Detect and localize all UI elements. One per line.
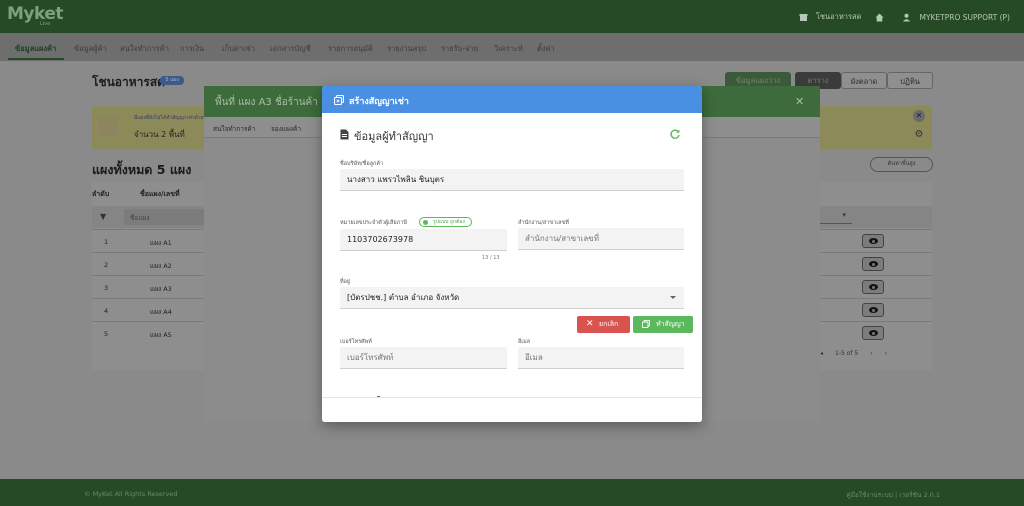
row-stall-name: แผง A2 [150, 262, 172, 270]
home-icon[interactable] [875, 13, 884, 22]
nav-active-indicator [8, 58, 64, 60]
stalls-heading: แผงทั้งหมด 5 แผง [92, 162, 192, 177]
nav-item-accounting[interactable]: เอกสารบัญชี [270, 43, 311, 55]
store-icon[interactable] [799, 13, 808, 22]
address-label: ที่อยู่ [340, 279, 351, 285]
row-number: 4 [104, 307, 109, 315]
view-calendar-button[interactable]: ปฏิทิน [887, 72, 933, 89]
create-contract-button[interactable]: ทำสัญญา [633, 316, 693, 333]
section-title: ข้อมูลผู้ทำสัญญา [354, 130, 434, 143]
company-label: ชื่อบริษัท/ชื่อลูกค้า [340, 161, 384, 167]
view-eye-icon[interactable] [862, 234, 884, 248]
column-header-order[interactable]: ลำดับ [92, 189, 109, 200]
close-icon[interactable]: ✕ [795, 95, 804, 108]
row-number: 5 [104, 330, 109, 338]
company-name-field[interactable]: นางสาว แพรวไพลิน ชินบุตร [340, 169, 684, 191]
page-back-icon[interactable]: ‹ [870, 350, 872, 357]
page-range: 1-5 of 5 [835, 350, 859, 357]
nav-item-settings[interactable]: ตั้งค่า [537, 43, 555, 55]
view-eye-icon[interactable] [862, 280, 884, 294]
manual-version[interactable]: คู่มือใช้งานระบบ | เวอร์ชัน 2.0.1 [846, 490, 940, 500]
row-number: 2 [104, 261, 109, 269]
nav-item-income[interactable]: รายรับ-จ่าย [441, 43, 478, 55]
page-prev-icon[interactable]: ◂ [820, 350, 823, 357]
row-number: 3 [104, 284, 109, 292]
top-right-menu: โชนอาหารสด MYKETPRO SUPPORT (P) [799, 11, 1010, 23]
close-icon: ✕ [586, 319, 594, 329]
view-eye-icon[interactable] [862, 303, 884, 317]
modal-header: สร้างสัญญาเช่า [322, 86, 702, 113]
confirm-label: ทำสัญญา [656, 320, 685, 328]
contract-icon [641, 316, 651, 335]
taxid-label: หมายเลขประจำตัวผู้เสียภาษี [340, 220, 407, 226]
contract-icon [333, 94, 345, 106]
row-stall-name: แผง A4 [150, 308, 172, 316]
store-name[interactable]: โชนอาหารสด [816, 11, 862, 23]
view-eye-icon[interactable] [862, 257, 884, 271]
page-title: โชนอาหารสด [92, 75, 165, 89]
phone-field[interactable]: เบอร์โทรศัพท์ [340, 347, 507, 369]
view-map-button[interactable]: ผังตลาด [841, 72, 887, 89]
copyright: © MyKet All Rights Reserved [84, 490, 178, 498]
address-value: [บัตรปชช.] ตำบล อำเภอ จังหวัด [347, 293, 460, 302]
taxid-counter: 13 / 13 [482, 255, 500, 261]
nav-item-approvals[interactable]: รายการอนุมัติ [328, 43, 373, 55]
user-name[interactable]: MYKETPRO SUPPORT (P) [919, 13, 1010, 22]
refresh-icon[interactable] [669, 128, 681, 140]
create-contract-modal: สร้างสัญญาเช่า ข้อมูลผู้ทำสัญญา ชื่อบริษ… [322, 86, 702, 422]
row-number: 1 [104, 238, 109, 246]
column-header-stall[interactable]: ชื่อแผง/เลขที่ [140, 189, 180, 200]
branch-label: สำนักงาน/สาขาเลขที่ [518, 220, 569, 226]
row-stall-name: แผง A5 [150, 331, 172, 339]
chevron-down-icon [670, 296, 676, 299]
page-next-icon[interactable]: › [885, 350, 887, 357]
user-icon [902, 13, 911, 22]
stall-filter-input[interactable]: ชื่อแผง [124, 209, 204, 225]
advanced-search-button[interactable]: ค้นหาขั้นสูง [870, 157, 933, 172]
row-stall-name: แผง A3 [150, 285, 172, 293]
address-select[interactable]: [บัตรปชช.] ตำบล อำเภอ จังหวัด [340, 287, 684, 309]
row-stall-name: แผง A1 [150, 239, 172, 247]
nav-item-analysis[interactable]: วิเคราะห์ [494, 43, 523, 55]
nav-item-interested[interactable]: สนใจทำการค้า [120, 43, 169, 55]
filter-icon[interactable]: ▼ [100, 212, 106, 221]
app-logo[interactable]: Myket [7, 4, 64, 24]
nav-item-vendors[interactable]: ข้อมูลผู้ค้า [74, 43, 107, 55]
alert-count: จำนวน 2 พื้นที่ [134, 130, 185, 139]
view-eye-icon[interactable] [862, 326, 884, 340]
modal-title: สร้างสัญญาเช่า [349, 97, 409, 107]
email-label: อีเมล [518, 339, 531, 345]
branch-field[interactable]: สำนักงาน/สาขาเลขที่ [518, 228, 684, 250]
nav-item-rent[interactable]: เก็บค่าเช่า [222, 43, 255, 55]
nav-item-stalls[interactable]: ข้อมูลแผงค้า [15, 43, 56, 55]
tab-booking[interactable]: จองแผงค้า [271, 124, 301, 134]
megaphone-icon [98, 117, 118, 135]
document-icon [340, 129, 349, 140]
modal-footer [322, 397, 702, 422]
gear-icon[interactable]: ⚙ [913, 129, 925, 141]
email-field[interactable]: อีเมล [518, 347, 684, 369]
alert-text: มีแผงที่ยังไม่ได้ทำสัญญาเช่าด้วยนะ [134, 115, 210, 121]
tab-interested[interactable]: สนใจทำการค้า [213, 124, 255, 134]
nav-item-reports[interactable]: รายงานสรุป [387, 43, 426, 55]
taxid-verified-badge: รูปแบบ ถูกต้อง [419, 217, 472, 227]
close-icon[interactable]: ✕ [913, 110, 925, 122]
phone-label: เบอร์โทรศัพท์ [340, 339, 372, 345]
stall-count-badge: 5 แผง [160, 76, 184, 85]
cancel-button[interactable]: ✕ ยกเลิก [577, 316, 630, 333]
app-logo-sub: Live [40, 21, 51, 27]
taxid-field[interactable]: 1103702673978 [340, 229, 507, 251]
pagination: ◂ 1-5 of 5 ‹ › [820, 350, 887, 357]
cancel-label: ยกเลิก [599, 320, 619, 328]
stall-dialog-title: พื้นที่ แผง A3 ชื่อร้านค้า [215, 97, 318, 108]
nav-item-finance[interactable]: การเงิน [180, 43, 204, 55]
